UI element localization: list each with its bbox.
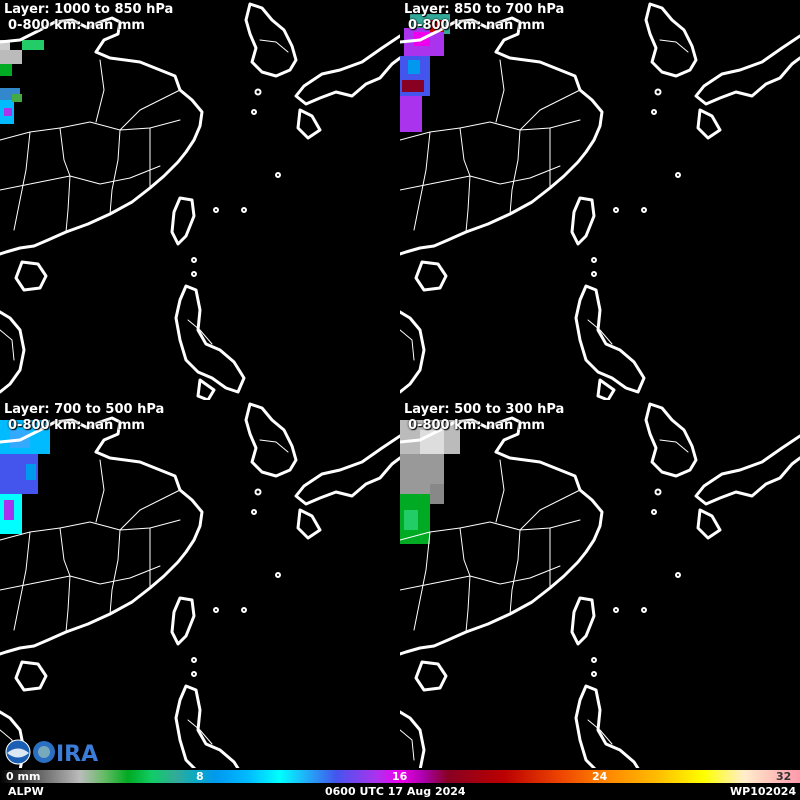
panel-label: Layer: 1000 to 850 hPa 0-800 km: nan mm [4, 2, 173, 34]
layer-text: Layer: 850 to 700 hPa [404, 2, 565, 17]
coastline-map [0, 2, 400, 400]
panel-label: Layer: 700 to 500 hPa 0-800 km: nan mm [4, 402, 164, 434]
range-text: 0-800 km: nan mm [408, 418, 545, 433]
colorbar-tick: 0 mm [6, 770, 41, 783]
valid-time: 0600 UTC 17 Aug 2024 [325, 785, 466, 798]
coastline-map [400, 2, 800, 400]
moisture-shading [400, 420, 460, 544]
panel-label: Layer: 850 to 700 hPa 0-800 km: nan mm [404, 2, 564, 34]
product-name: ALPW [8, 785, 44, 798]
colorbar-tick: 32 [776, 770, 792, 783]
storm-id: WP102024 [730, 785, 797, 798]
moisture-shading [0, 40, 44, 124]
colorbar-tick: 8 [196, 770, 204, 783]
panel-label: Layer: 500 to 300 hPa 0-800 km: nan mm [404, 402, 564, 434]
panel-850-700: Layer: 850 to 700 hPa 0-800 km: nan mm [400, 0, 800, 400]
layer-text: Layer: 700 to 500 hPa [4, 402, 165, 417]
panel-1000-850: Layer: 1000 to 850 hPa 0-800 km: nan mm [0, 0, 400, 400]
panel-500-300: Layer: 500 to 300 hPa 0-800 km: nan mm [400, 400, 800, 800]
range-text: 0-800 km: nan mm [8, 18, 145, 33]
layer-text: Layer: 1000 to 850 hPa [4, 2, 174, 17]
coastline-map [400, 402, 800, 800]
layer-text: Layer: 500 to 300 hPa [404, 402, 565, 417]
svg-text:IRA: IRA [56, 742, 98, 766]
colorbar-tick: 24 [592, 770, 608, 783]
range-text: 0-800 km: nan mm [408, 18, 545, 33]
noaa-cira-logo: IRA [5, 739, 98, 766]
range-text: 0-800 km: nan mm [8, 418, 145, 433]
colorbar-tick: 16 [392, 770, 408, 783]
